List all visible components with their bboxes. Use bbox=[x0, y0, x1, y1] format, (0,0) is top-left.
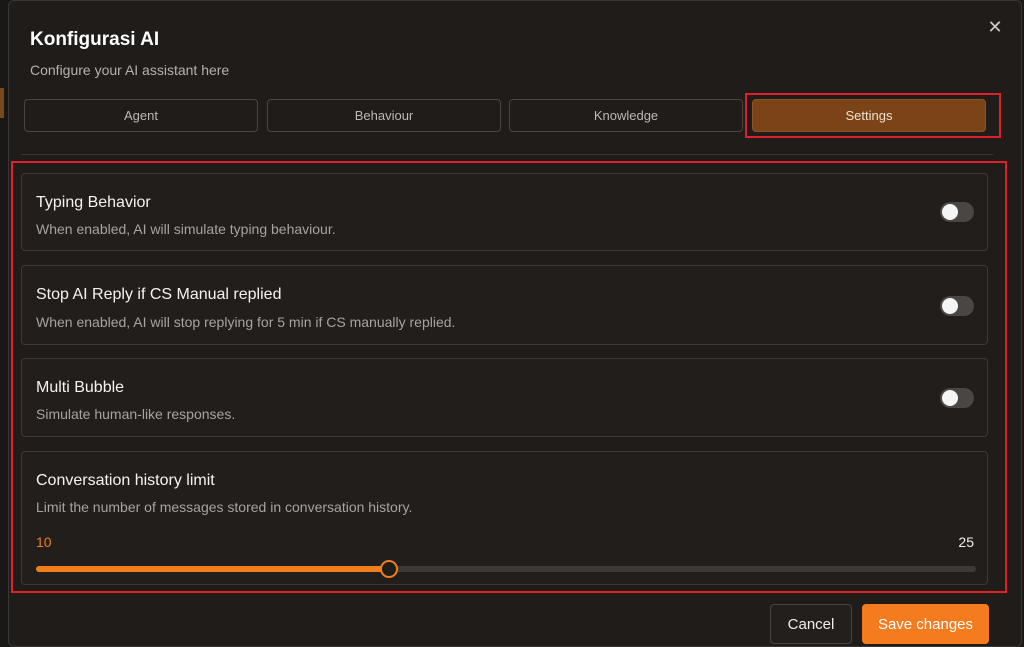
setting-description: When enabled, AI will simulate typing be… bbox=[36, 221, 336, 237]
tab-agent[interactable]: Agent bbox=[24, 99, 258, 132]
history-limit-slider[interactable] bbox=[36, 560, 976, 578]
toggle-knob bbox=[942, 298, 958, 314]
multi-bubble-toggle[interactable] bbox=[940, 388, 974, 408]
setting-description: Limit the number of messages stored in c… bbox=[36, 499, 413, 515]
dialog-title: Konfigurasi AI bbox=[30, 29, 160, 50]
tab-bar: Agent Behaviour Knowledge Settings bbox=[24, 99, 989, 132]
tab-divider bbox=[21, 154, 993, 155]
tab-behaviour[interactable]: Behaviour bbox=[267, 99, 501, 132]
tab-knowledge[interactable]: Knowledge bbox=[509, 99, 743, 132]
backdrop-accent bbox=[0, 88, 4, 118]
setting-title: Conversation history limit bbox=[36, 472, 215, 489]
toggle-knob bbox=[942, 390, 958, 406]
dialog-subtitle: Configure your AI assistant here bbox=[30, 62, 230, 78]
typing-toggle[interactable] bbox=[940, 202, 974, 222]
slider-current-value: 10 bbox=[36, 534, 52, 550]
slider-fill bbox=[36, 566, 390, 572]
stop-reply-toggle[interactable] bbox=[940, 296, 974, 316]
setting-description: When enabled, AI will stop replying for … bbox=[36, 314, 456, 330]
close-icon[interactable]: ✕ bbox=[985, 17, 1005, 37]
save-changes-button[interactable]: Save changes bbox=[862, 604, 989, 644]
cancel-button[interactable]: Cancel bbox=[770, 604, 852, 644]
setting-card-stop-reply: Stop AI Reply if CS Manual replied When … bbox=[21, 265, 988, 345]
tab-settings[interactable]: Settings bbox=[752, 99, 986, 132]
setting-title: Typing Behavior bbox=[36, 194, 151, 211]
toggle-knob bbox=[942, 204, 958, 220]
slider-max-value: 25 bbox=[958, 534, 974, 550]
setting-card-history-limit: Conversation history limit Limit the num… bbox=[21, 451, 988, 585]
setting-title: Multi Bubble bbox=[36, 379, 125, 396]
setting-description: Simulate human-like responses. bbox=[36, 406, 236, 422]
setting-card-multi-bubble: Multi Bubble Simulate human-like respons… bbox=[21, 358, 988, 437]
setting-card-typing: Typing Behavior When enabled, AI will si… bbox=[21, 173, 988, 251]
setting-title: Stop AI Reply if CS Manual replied bbox=[36, 286, 282, 303]
slider-thumb[interactable] bbox=[380, 560, 399, 578]
